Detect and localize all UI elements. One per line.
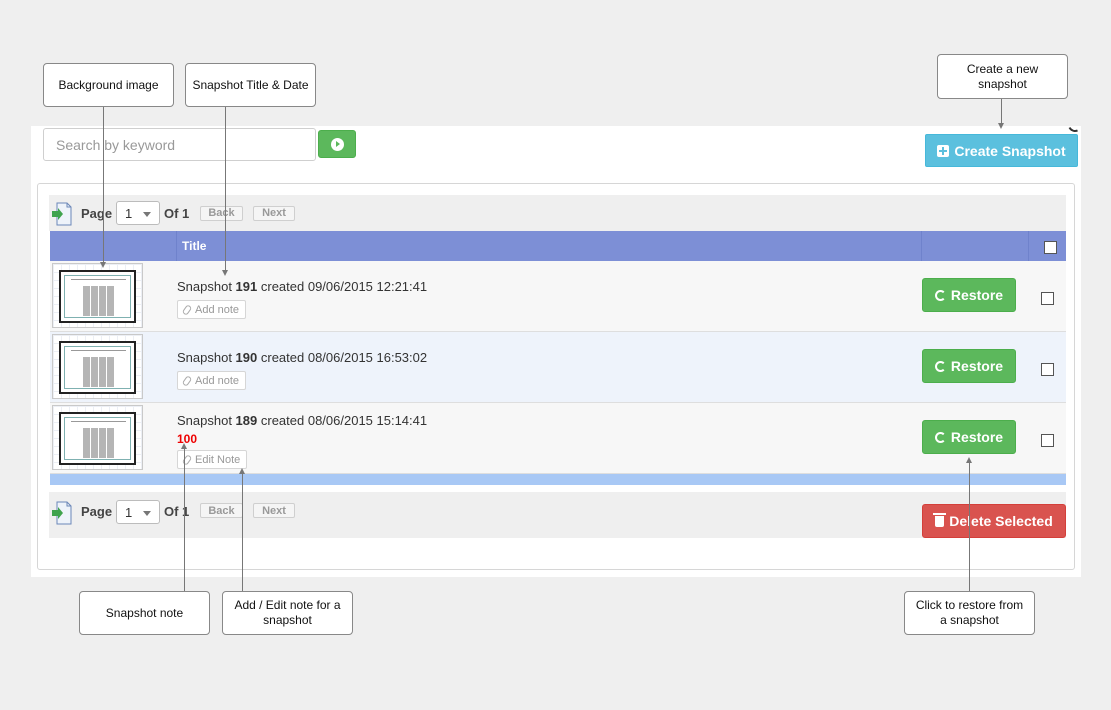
delete-selected-label: Delete Selected [949, 513, 1053, 529]
page-select[interactable]: 1 [116, 500, 160, 524]
callout-snapshot-note: Snapshot note [79, 591, 210, 635]
trash-icon [933, 512, 947, 527]
delete-selected-button[interactable]: Delete Selected [922, 504, 1066, 538]
callout-leader-line [184, 448, 185, 591]
table-row: Snapshot 189 created 08/06/2015 15:14:41… [50, 403, 1066, 474]
restore-label: Restore [950, 429, 1004, 445]
row-select-checkbox[interactable] [1041, 434, 1054, 447]
table-row: Snapshot 191 created 09/06/2015 12:21:41… [50, 261, 1066, 332]
edit-note-button[interactable]: Edit Note [177, 450, 248, 469]
refresh-icon [934, 360, 946, 372]
create-snapshot-button[interactable]: Create Snapshot [925, 134, 1078, 167]
arrow-down-icon [100, 262, 106, 268]
snapshot-thumbnail [52, 334, 143, 399]
pager-page-label: Page [81, 504, 113, 519]
chevron-down-icon [143, 511, 151, 516]
snapshot-title: Snapshot 189 created 08/06/2015 15:14:41 [177, 413, 428, 428]
pager-total: Of 1 [164, 205, 190, 221]
page-select-value: 1 [125, 205, 133, 221]
snapshot-title: Snapshot 191 created 09/06/2015 12:21:41 [177, 279, 428, 294]
plus-square-icon [937, 144, 950, 157]
restore-label: Restore [950, 358, 1004, 374]
callout-snapshot-title-date: Snapshot Title & Date [185, 63, 316, 107]
add-note-button[interactable]: Add note [177, 300, 247, 319]
callout-leader-line [1001, 99, 1002, 123]
snapshot-title: Snapshot 190 created 08/06/2015 16:53:02 [177, 350, 428, 365]
page-arrow-icon [52, 202, 72, 226]
arrow-up-icon [181, 443, 187, 449]
restore-button[interactable]: Restore [922, 349, 1016, 383]
add-note-button[interactable]: Add note [177, 371, 247, 390]
restore-button[interactable]: Restore [922, 420, 1016, 454]
callout-add-edit-note: Add / Edit note for a snapshot [222, 591, 353, 635]
pager-next-button[interactable]: Next [253, 503, 295, 518]
callout-leader-line [103, 107, 104, 262]
page-select-value: 1 [125, 504, 133, 520]
note-button-label: Add note [195, 374, 240, 387]
callout-background-image: Background image [43, 63, 174, 107]
refresh-icon [934, 289, 946, 301]
title-column-header: Title [182, 239, 207, 253]
callout-leader-line [969, 462, 970, 591]
page-arrow-icon [52, 501, 72, 525]
arrow-right-circle-icon [330, 137, 344, 151]
column-divider [1028, 231, 1029, 261]
pager-bottom: Page 1 Of 1 Back Next [49, 492, 1066, 538]
search-go-button[interactable] [318, 130, 356, 158]
pager-total: Of 1 [164, 504, 190, 519]
callout-create-new-snapshot: Create a new snapshot [937, 54, 1068, 99]
paperclip-icon [181, 303, 193, 316]
paperclip-icon [181, 374, 193, 387]
arrow-down-icon [998, 123, 1004, 129]
restore-label: Restore [950, 287, 1004, 303]
row-select-checkbox[interactable] [1041, 363, 1054, 376]
pager-next-button[interactable]: Next [253, 205, 295, 221]
callout-click-to-restore: Click to restore from a snapshot [904, 591, 1035, 635]
search-input[interactable] [43, 128, 316, 161]
create-snapshot-label: Create Snapshot [954, 142, 1066, 159]
note-button-label: Add note [195, 303, 240, 316]
row-select-checkbox[interactable] [1041, 292, 1054, 305]
table-footer-strip [50, 474, 1066, 485]
chevron-down-icon [143, 212, 151, 217]
callout-leader-line [242, 473, 243, 591]
pager-back-button[interactable]: Back [200, 503, 243, 518]
snapshot-thumbnail [52, 263, 143, 328]
callout-leader-line [225, 107, 226, 270]
table-header: Title [50, 231, 1066, 261]
restore-button[interactable]: Restore [922, 278, 1016, 312]
snapshot-note: 100 [177, 432, 198, 446]
page-select[interactable]: 1 [116, 201, 160, 225]
snapshot-thumbnail [52, 405, 143, 470]
table-row: Snapshot 190 created 08/06/2015 16:53:02… [50, 332, 1066, 403]
note-button-label: Edit Note [195, 453, 241, 466]
column-divider [921, 231, 922, 261]
refresh-icon [934, 431, 946, 443]
column-divider [176, 231, 177, 261]
pager-page-label: Page [81, 205, 113, 221]
pager-back-button[interactable]: Back [200, 205, 243, 221]
arrow-down-icon [222, 270, 228, 276]
pager-top: Page 1 Of 1 Back Next [49, 195, 1066, 231]
select-all-checkbox[interactable] [1044, 241, 1057, 254]
arrow-up-icon [239, 468, 245, 474]
arrow-up-icon [966, 457, 972, 463]
